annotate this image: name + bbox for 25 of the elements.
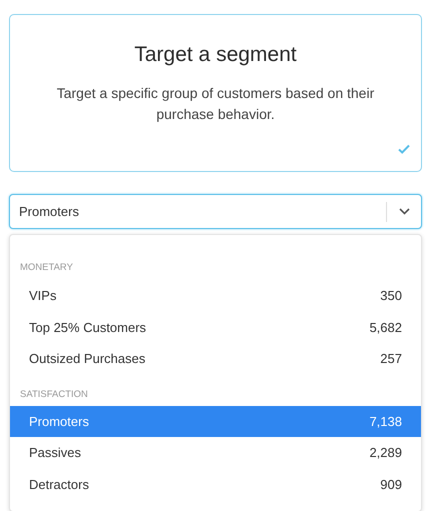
option-label: Passives [29, 444, 82, 462]
group-header: MONETARY [19, 261, 74, 275]
menu-option[interactable]: Promoters 7,138 [10, 406, 421, 437]
option-card[interactable]: Target a segment Target a specific group of customers based on their purchase behavior. [9, 14, 422, 172]
option-count: 2,289 [369, 444, 402, 462]
option-count: 350 [380, 287, 402, 305]
card-title: Target a segment [133, 42, 298, 68]
option-label: Top 25% Customers [29, 318, 146, 337]
menu-option[interactable]: Passives 2,289 [10, 437, 421, 468]
option-count: 5,682 [369, 318, 402, 336]
option-count: 909 [380, 476, 402, 494]
option-label: Outsized Purchases [29, 350, 146, 368]
select-value: Promoters [19, 202, 80, 221]
option-label: VIPs [29, 287, 56, 305]
menu-option[interactable]: VIPs 350 [10, 280, 421, 312]
menu-option[interactable]: Top 25% Customers 5,682 [10, 312, 421, 343]
menu-option[interactable]: Outsized Purchases 257 [10, 343, 421, 374]
card-description: Target a specific group of customers based on their purchase behavior. [56, 84, 376, 124]
menu-option[interactable]: Detractors 909 [10, 468, 421, 500]
option-count: 7,138 [369, 412, 402, 430]
segment-select[interactable]: Promoters [9, 194, 422, 229]
option-count: 257 [380, 350, 402, 368]
option-label: Detractors [29, 476, 89, 494]
group-header: SATISFACTION [19, 388, 89, 402]
option-label: Promoters [29, 412, 89, 430]
